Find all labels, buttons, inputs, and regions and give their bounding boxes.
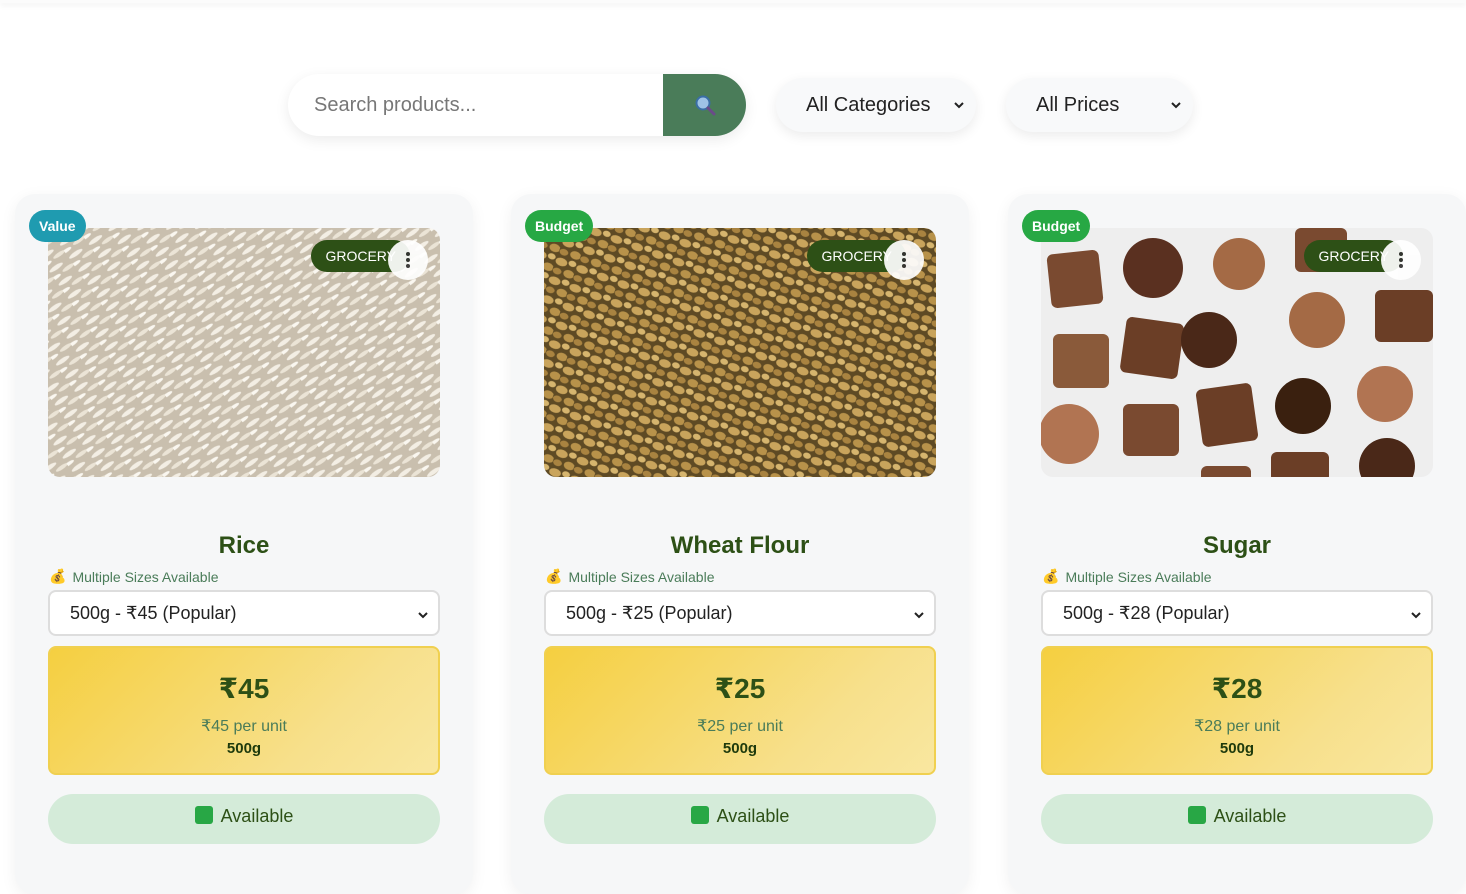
more-vertical-icon (406, 252, 410, 268)
availability-button[interactable]: Available (48, 794, 440, 844)
filter-bar: All Categories All Prices (0, 74, 1466, 136)
more-vertical-icon (902, 252, 906, 268)
availability-button[interactable]: Available (544, 794, 936, 844)
product-image: GROCERY (48, 228, 440, 477)
price-select-value: All Prices (1036, 93, 1120, 116)
price: ₹45 (218, 673, 270, 704)
search-input[interactable] (288, 74, 663, 136)
price-size: 500g (1219, 740, 1255, 757)
check-icon (1187, 806, 1206, 824)
more-options-button[interactable] (884, 240, 924, 280)
price-per-unit: ₹45 per unit (201, 718, 287, 735)
price-size: 500g (226, 740, 262, 757)
money-bag-icon: 💰 (1042, 568, 1060, 584)
product-name: Sugar (1202, 532, 1271, 559)
sizes-note-label: Multiple Sizes Available (568, 568, 715, 585)
sizes-note: 💰 Multiple Sizes Available (49, 568, 218, 585)
availability-label: Available (1213, 806, 1287, 826)
product-image: GROCERY (544, 228, 936, 477)
value-badge: Value (29, 210, 86, 242)
budget-badge: Budget (1022, 210, 1091, 242)
money-bag-icon: 💰 (545, 568, 563, 584)
size-select[interactable]: 500g - ₹28 (Popular) (1041, 590, 1433, 636)
chevron-down-icon (914, 612, 924, 619)
size-select[interactable]: 500g - ₹25 (Popular) (544, 590, 936, 636)
chevron-down-icon (1411, 612, 1421, 619)
price: ₹28 (1211, 673, 1263, 704)
price-box: ₹45 ₹45 per unit 500g (48, 646, 440, 775)
check-icon (690, 806, 709, 824)
size-select-value: 500g - ₹45 (Popular) (70, 602, 237, 623)
chevron-down-icon (1171, 102, 1181, 109)
category-select[interactable]: All Categories (776, 78, 976, 132)
more-options-button[interactable] (1381, 240, 1421, 280)
price-per-unit: ₹28 per unit (1194, 718, 1280, 735)
size-select-value: 500g - ₹28 (Popular) (1063, 602, 1230, 623)
chevron-down-icon (418, 612, 428, 619)
availability-button[interactable]: Available (1041, 794, 1433, 844)
product-image: GROCERY (1041, 228, 1433, 477)
product-name: Rice (218, 532, 270, 559)
sizes-note: 💰 Multiple Sizes Available (1042, 568, 1211, 585)
price-select[interactable]: All Prices (1006, 78, 1193, 132)
product-name: Wheat Flour (670, 532, 810, 559)
search-box (288, 74, 746, 136)
availability-label: Available (716, 806, 790, 826)
sizes-note-label: Multiple Sizes Available (72, 568, 219, 585)
size-select-value: 500g - ₹25 (Popular) (566, 602, 733, 623)
search-button[interactable] (663, 74, 746, 136)
sizes-note: 💰 Multiple Sizes Available (545, 568, 714, 585)
product-card[interactable]: Value GROCERY Rice 💰 Multiple Sizes Avai… (15, 194, 473, 894)
product-card[interactable]: Budget GROCERY Wheat Flour 💰 Multiple Si… (511, 194, 969, 894)
price-box: ₹25 ₹25 per unit 500g (544, 646, 936, 775)
money-bag-icon: 💰 (49, 568, 67, 584)
price-per-unit: ₹25 per unit (697, 718, 783, 735)
search-icon (695, 95, 715, 116)
more-vertical-icon (1399, 252, 1403, 268)
more-options-button[interactable] (388, 240, 428, 280)
price-box: ₹28 ₹28 per unit 500g (1041, 646, 1433, 775)
check-icon (194, 806, 213, 824)
chevron-down-icon (954, 102, 964, 109)
category-select-value: All Categories (806, 93, 931, 116)
size-select[interactable]: 500g - ₹45 (Popular) (48, 590, 440, 636)
product-card[interactable]: Budget GROCERY Sugar 💰 Multiple Sizes Av… (1008, 194, 1466, 894)
price-size: 500g (722, 740, 758, 757)
budget-badge: Budget (525, 210, 594, 242)
sizes-note-label: Multiple Sizes Available (1065, 568, 1212, 585)
price: ₹25 (714, 673, 766, 704)
header-shadow (0, 0, 1466, 3)
availability-label: Available (220, 806, 294, 826)
